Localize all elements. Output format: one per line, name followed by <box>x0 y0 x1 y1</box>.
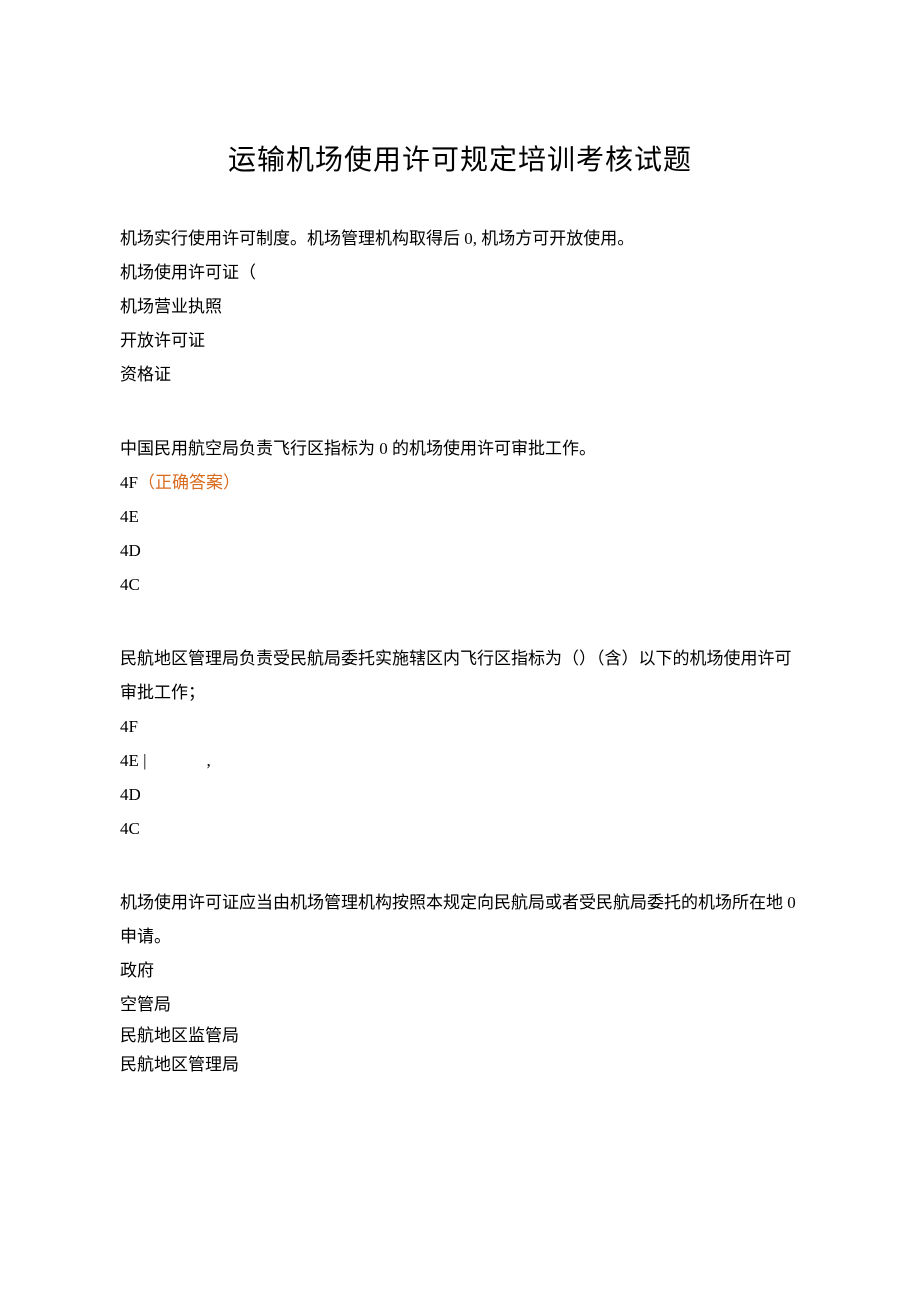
q2-option-a: 4F（正确答案） <box>120 466 800 500</box>
document-page: 运输机场使用许可规定培训考核试题 机场实行使用许可制度。机场管理机构取得后 0,… <box>0 0 920 1301</box>
q3-option-a: 4F <box>120 710 800 744</box>
q2-stem: 中国民用航空局负责飞行区指标为 0 的机场使用许可审批工作。 <box>120 432 800 466</box>
q3-option-b: 4E |, <box>120 744 800 778</box>
q2-option-c: 4D <box>120 534 800 568</box>
q4-stem: 机场使用许可证应当由机场管理机构按照本规定向民航局或者受民航局委托的机场所在地 … <box>120 886 800 954</box>
q3-option-b-suffix: , <box>207 744 211 778</box>
q1-option-a: 机场使用许可证（ <box>120 256 800 290</box>
question-3: 民航地区管理局负责受民航局委托实施辖区内飞行区指标为（）（含）以下的机场使用许可… <box>120 642 800 846</box>
q1-option-d: 资格证 <box>120 358 800 392</box>
page-title: 运输机场使用许可规定培训考核试题 <box>120 138 800 178</box>
q3-option-c: 4D <box>120 778 800 812</box>
q2-option-b: 4E <box>120 500 800 534</box>
q2-option-a-value: 4F <box>120 473 138 492</box>
q4-option-d: 民航地区管理局 <box>120 1051 800 1080</box>
question-1: 机场实行使用许可制度。机场管理机构取得后 0, 机场方可开放使用。 机场使用许可… <box>120 222 800 392</box>
q1-stem: 机场实行使用许可制度。机场管理机构取得后 0, 机场方可开放使用。 <box>120 222 800 256</box>
correct-answer-marker: （正确答案） <box>138 473 240 492</box>
question-4: 机场使用许可证应当由机场管理机构按照本规定向民航局或者受民航局委托的机场所在地 … <box>120 886 800 1080</box>
q2-option-d: 4C <box>120 568 800 602</box>
q3-stem: 民航地区管理局负责受民航局委托实施辖区内飞行区指标为（）（含）以下的机场使用许可… <box>120 642 800 710</box>
question-2: 中国民用航空局负责飞行区指标为 0 的机场使用许可审批工作。 4F（正确答案） … <box>120 432 800 602</box>
q3-option-d: 4C <box>120 812 800 846</box>
q3-option-b-prefix: 4E | <box>120 751 147 770</box>
q4-option-c: 民航地区监管局 <box>120 1022 800 1051</box>
q4-option-b: 空管局 <box>120 988 800 1022</box>
q1-option-c: 开放许可证 <box>120 324 800 358</box>
q1-option-b: 机场营业执照 <box>120 290 800 324</box>
q4-option-a: 政府 <box>120 954 800 988</box>
